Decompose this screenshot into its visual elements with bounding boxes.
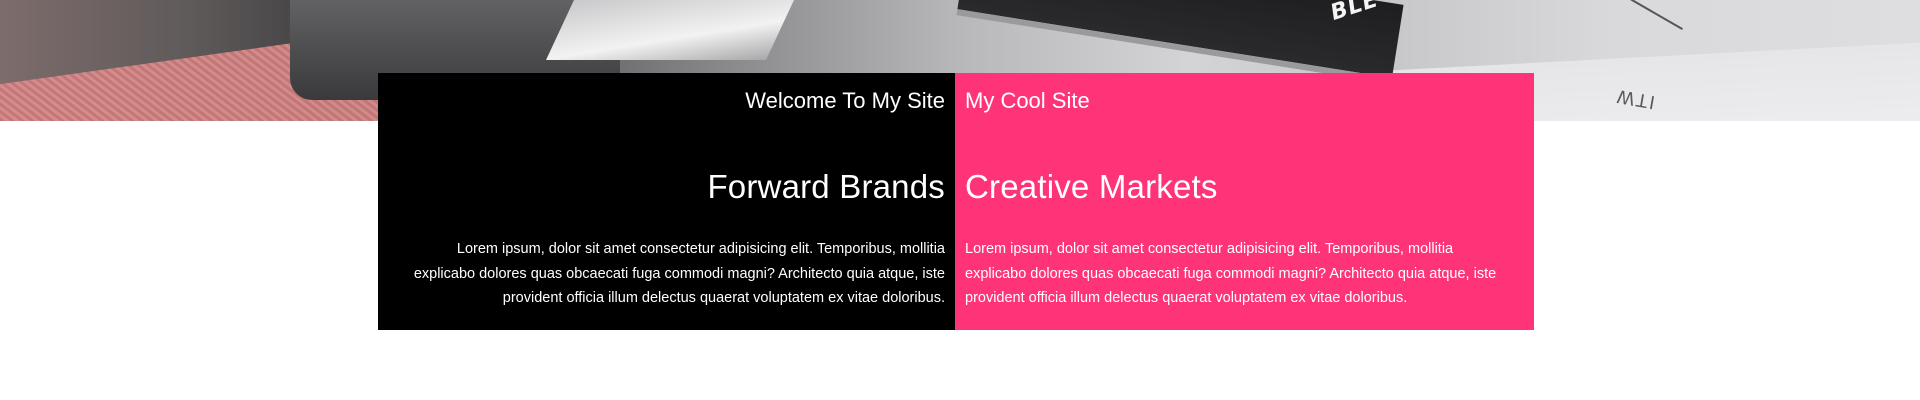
left-headline: Forward Brands [707, 168, 945, 205]
left-panel: Welcome To My Site Forward Brands Lorem … [378, 73, 955, 330]
right-site-title: My Cool Site [965, 88, 1090, 113]
left-body-text: Lorem ipsum, dolor sit amet consectetur … [413, 241, 945, 306]
feature-panels: Welcome To My Site Forward Brands Lorem … [378, 73, 1534, 330]
right-headline: Creative Markets [965, 168, 1218, 205]
paper-crease [1630, 0, 1683, 30]
left-site-title: Welcome To My Site [745, 88, 945, 113]
device-screen-shape [546, 0, 794, 60]
right-panel: My Cool Site Creative Markets Lorem ipsu… [955, 73, 1534, 330]
right-body-text: Lorem ipsum, dolor sit amet consectetur … [965, 241, 1497, 306]
